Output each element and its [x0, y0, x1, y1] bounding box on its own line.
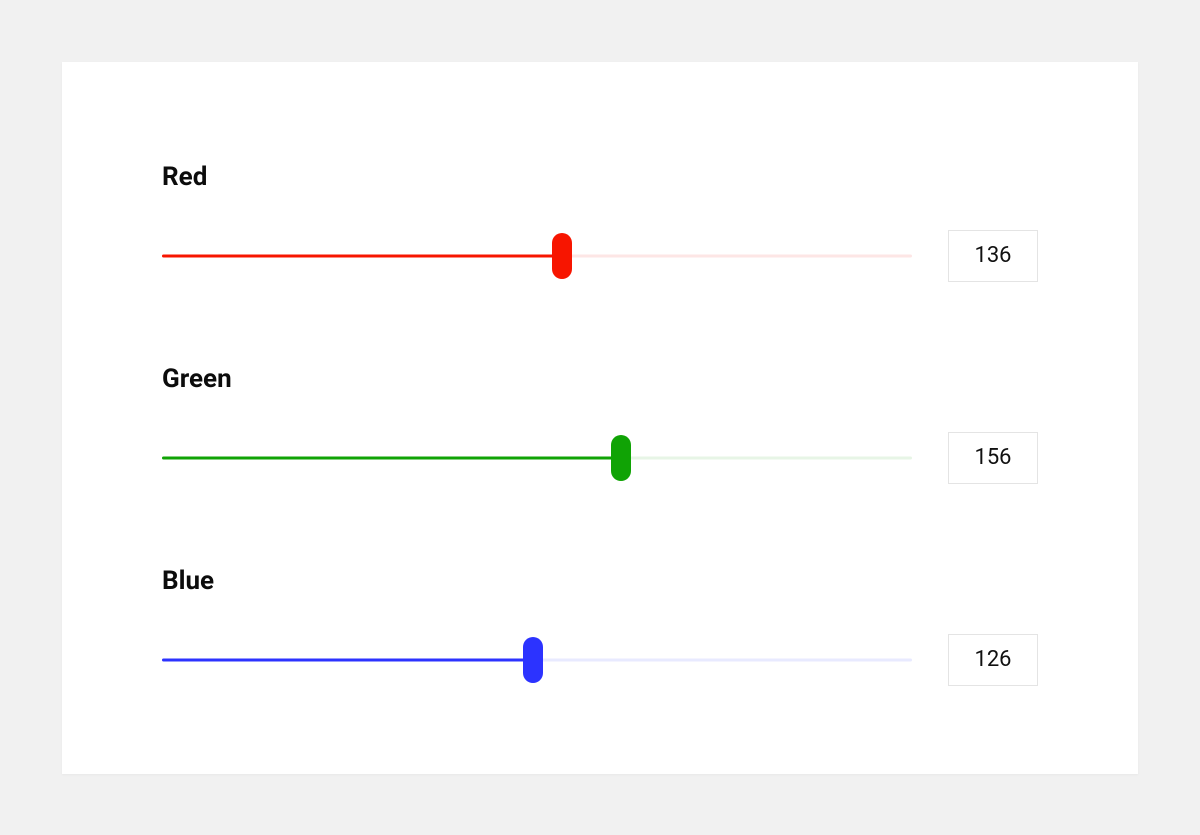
slider-track-fill-red: [162, 254, 562, 257]
slider-thumb-red[interactable]: [552, 233, 572, 279]
slider-value-blue[interactable]: 126: [948, 634, 1038, 686]
slider-track-red[interactable]: [162, 233, 912, 279]
slider-value-red[interactable]: 136: [948, 230, 1038, 282]
slider-thumb-blue[interactable]: [523, 637, 543, 683]
slider-row-green: 156: [162, 432, 1038, 484]
slider-group-red: Red 136: [162, 162, 1038, 282]
slider-group-green: Green 156: [162, 364, 1038, 484]
slider-thumb-green[interactable]: [611, 435, 631, 481]
slider-row-red: 136: [162, 230, 1038, 282]
slider-label-blue: Blue: [162, 566, 1038, 596]
slider-label-green: Green: [162, 364, 1038, 394]
slider-value-green[interactable]: 156: [948, 432, 1038, 484]
color-picker-card: Red 136 Green 156 Blue: [62, 62, 1138, 774]
slider-track-fill-blue: [162, 658, 533, 661]
slider-track-fill-green: [162, 456, 621, 459]
slider-label-red: Red: [162, 162, 1038, 192]
slider-row-blue: 126: [162, 634, 1038, 686]
slider-track-green[interactable]: [162, 435, 912, 481]
slider-group-blue: Blue 126: [162, 566, 1038, 686]
slider-track-blue[interactable]: [162, 637, 912, 683]
